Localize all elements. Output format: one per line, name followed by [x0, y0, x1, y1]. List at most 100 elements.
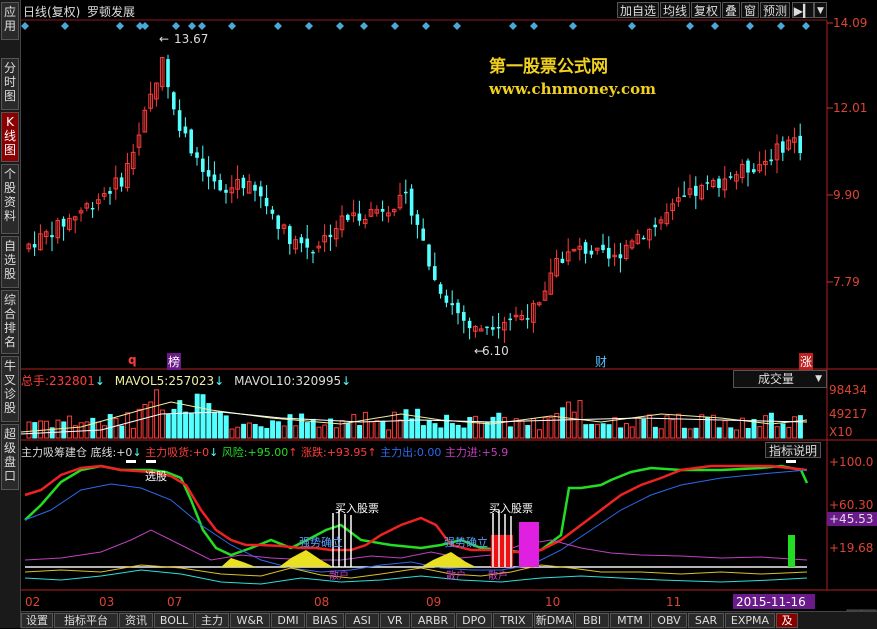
bottom-tab-sar[interactable]: SAR — [688, 613, 724, 628]
candle-body — [491, 327, 495, 330]
left-tab-app[interactable]: 应用 — [1, 2, 19, 40]
candle-body — [415, 214, 420, 225]
event-diamond-icon[interactable] — [422, 22, 430, 30]
event-diamond-icon[interactable] — [61, 22, 69, 30]
bottom-tab-obv[interactable]: OBV — [651, 613, 687, 628]
candle-body — [508, 318, 512, 321]
volume-bar — [241, 423, 247, 439]
indicator-name: 主力吸筹建仓 — [21, 446, 87, 459]
vol-axis-1: 98434 — [829, 383, 868, 397]
event-diamond-icon[interactable] — [686, 22, 694, 30]
event-diamond-icon[interactable] — [336, 22, 344, 30]
candle-body — [288, 226, 292, 245]
left-tab-diagnosis[interactable]: 牛叉诊股 — [1, 356, 19, 422]
left-tab-kline[interactable]: K线图 — [1, 112, 19, 162]
bottom-tab-arbr[interactable]: ARBR — [411, 613, 455, 628]
event-diamond-icon[interactable] — [746, 22, 754, 30]
candle-body — [212, 174, 217, 182]
bottom-tab-wr[interactable]: W&R — [230, 613, 270, 628]
left-tab-profile[interactable]: 个股资料 — [1, 164, 19, 234]
candle-body — [641, 237, 646, 240]
event-diamond-icon[interactable] — [228, 22, 236, 30]
left-tab-watchlist[interactable]: 自选股 — [1, 236, 19, 288]
volume-bar — [490, 416, 496, 439]
bottom-tab-bias[interactable]: BIAS — [306, 613, 344, 628]
volume-bar — [101, 425, 107, 439]
volume-bar — [705, 417, 711, 439]
event-diamond-icon[interactable] — [172, 22, 180, 30]
bottom-tab-trix[interactable]: TRIX — [493, 613, 533, 628]
bottom-tab-4[interactable]: 主力 — [195, 613, 229, 628]
volume-bar — [780, 423, 786, 439]
candle-body — [183, 126, 188, 134]
candle-body — [752, 169, 756, 173]
left-tab-ranking[interactable]: 综合排名 — [1, 290, 19, 354]
candle-body — [119, 177, 124, 187]
event-diamond-icon[interactable] — [530, 22, 538, 30]
buy-label-1: 买入股票 — [335, 502, 379, 515]
volume-bar — [229, 428, 235, 439]
volume-bar — [728, 427, 734, 439]
volume-bar — [797, 415, 803, 439]
candle-body — [427, 244, 431, 267]
left-tab-level2[interactable]: 超级盘口 — [1, 424, 19, 490]
bottom-tab-asi[interactable]: ASI — [345, 613, 379, 628]
bottom-tab-19[interactable]: 及 — [776, 613, 798, 628]
mavol10-label: MAVOL10: — [234, 374, 296, 388]
bottom-tab-expma[interactable]: EXPMA — [725, 613, 775, 628]
volume-bar — [629, 426, 635, 439]
candle-body — [717, 178, 721, 188]
volume-bar — [304, 422, 310, 439]
bottom-tab-2[interactable]: 资讯 — [119, 613, 153, 628]
bottom-tab-boll[interactable]: BOLL — [154, 613, 194, 628]
bottom-tab-bar: 设置 指标平台 资讯 BOLL 主力 W&R DMI BIAS ASI VR ARBR DPO TRIX… — [21, 611, 877, 629]
candle-body — [705, 182, 710, 184]
volume-bar — [183, 411, 189, 439]
volume-bar — [507, 426, 513, 439]
event-diamond-icon[interactable] — [802, 22, 810, 30]
volume-bar — [786, 426, 792, 439]
candle-body — [583, 242, 588, 254]
volume-bar — [397, 419, 403, 439]
bottom-tab-dmi[interactable]: DMI — [271, 613, 305, 628]
event-diamond-icon[interactable] — [141, 22, 149, 30]
bottom-tab-0[interactable]: 设置 — [21, 613, 53, 628]
event-diamond-icon[interactable] — [711, 22, 719, 30]
event-diamond-icon[interactable] — [274, 22, 282, 30]
ind-axis-1: +100.0 — [829, 455, 874, 469]
event-diamond-icon[interactable] — [569, 22, 577, 30]
candle-body — [404, 191, 408, 194]
volume-bar — [130, 427, 136, 439]
volume-bar — [113, 417, 119, 439]
event-diamond-icon[interactable] — [21, 22, 29, 30]
event-diamond-icon[interactable] — [188, 22, 196, 30]
volume-bar — [206, 403, 212, 439]
bottom-tab-bbi[interactable]: BBI — [575, 613, 609, 628]
event-diamond-icon[interactable] — [453, 22, 461, 30]
event-diamond-icon[interactable] — [360, 22, 368, 30]
event-diamond-icon[interactable] — [116, 22, 124, 30]
bottom-tab-1[interactable]: 指标平台 — [54, 613, 118, 628]
volume-bar — [473, 415, 479, 439]
price-tick-4: 7.79 — [833, 275, 860, 289]
event-diamond-icon[interactable] — [305, 22, 313, 30]
event-diamond-icon[interactable] — [198, 22, 206, 30]
volume-bar — [391, 411, 397, 439]
left-tab-timeshare[interactable]: 分时图 — [1, 58, 19, 110]
bottom-tab-dpo[interactable]: DPO — [456, 613, 492, 628]
candle-body — [264, 197, 269, 207]
candle-body — [328, 234, 333, 238]
indicator-help-button[interactable]: 指标说明 — [765, 442, 821, 458]
retail-label-2: 散户 — [446, 571, 466, 582]
candle-body — [218, 180, 222, 191]
event-diamond-icon[interactable] — [391, 22, 399, 30]
event-diamond-icon[interactable] — [777, 22, 785, 30]
volume-selector[interactable]: 成交量 ▼ — [733, 370, 827, 388]
event-diamond-icon[interactable] — [628, 22, 636, 30]
bottom-tab-vr[interactable]: VR — [380, 613, 410, 628]
mavol5-label: MAVOL5: — [114, 374, 169, 388]
bottom-tab-dma[interactable]: 新DMA — [534, 613, 574, 628]
volume-bar — [136, 408, 142, 439]
event-diamond-icon[interactable] — [509, 22, 517, 30]
bottom-tab-mtm[interactable]: MTM — [610, 613, 650, 628]
